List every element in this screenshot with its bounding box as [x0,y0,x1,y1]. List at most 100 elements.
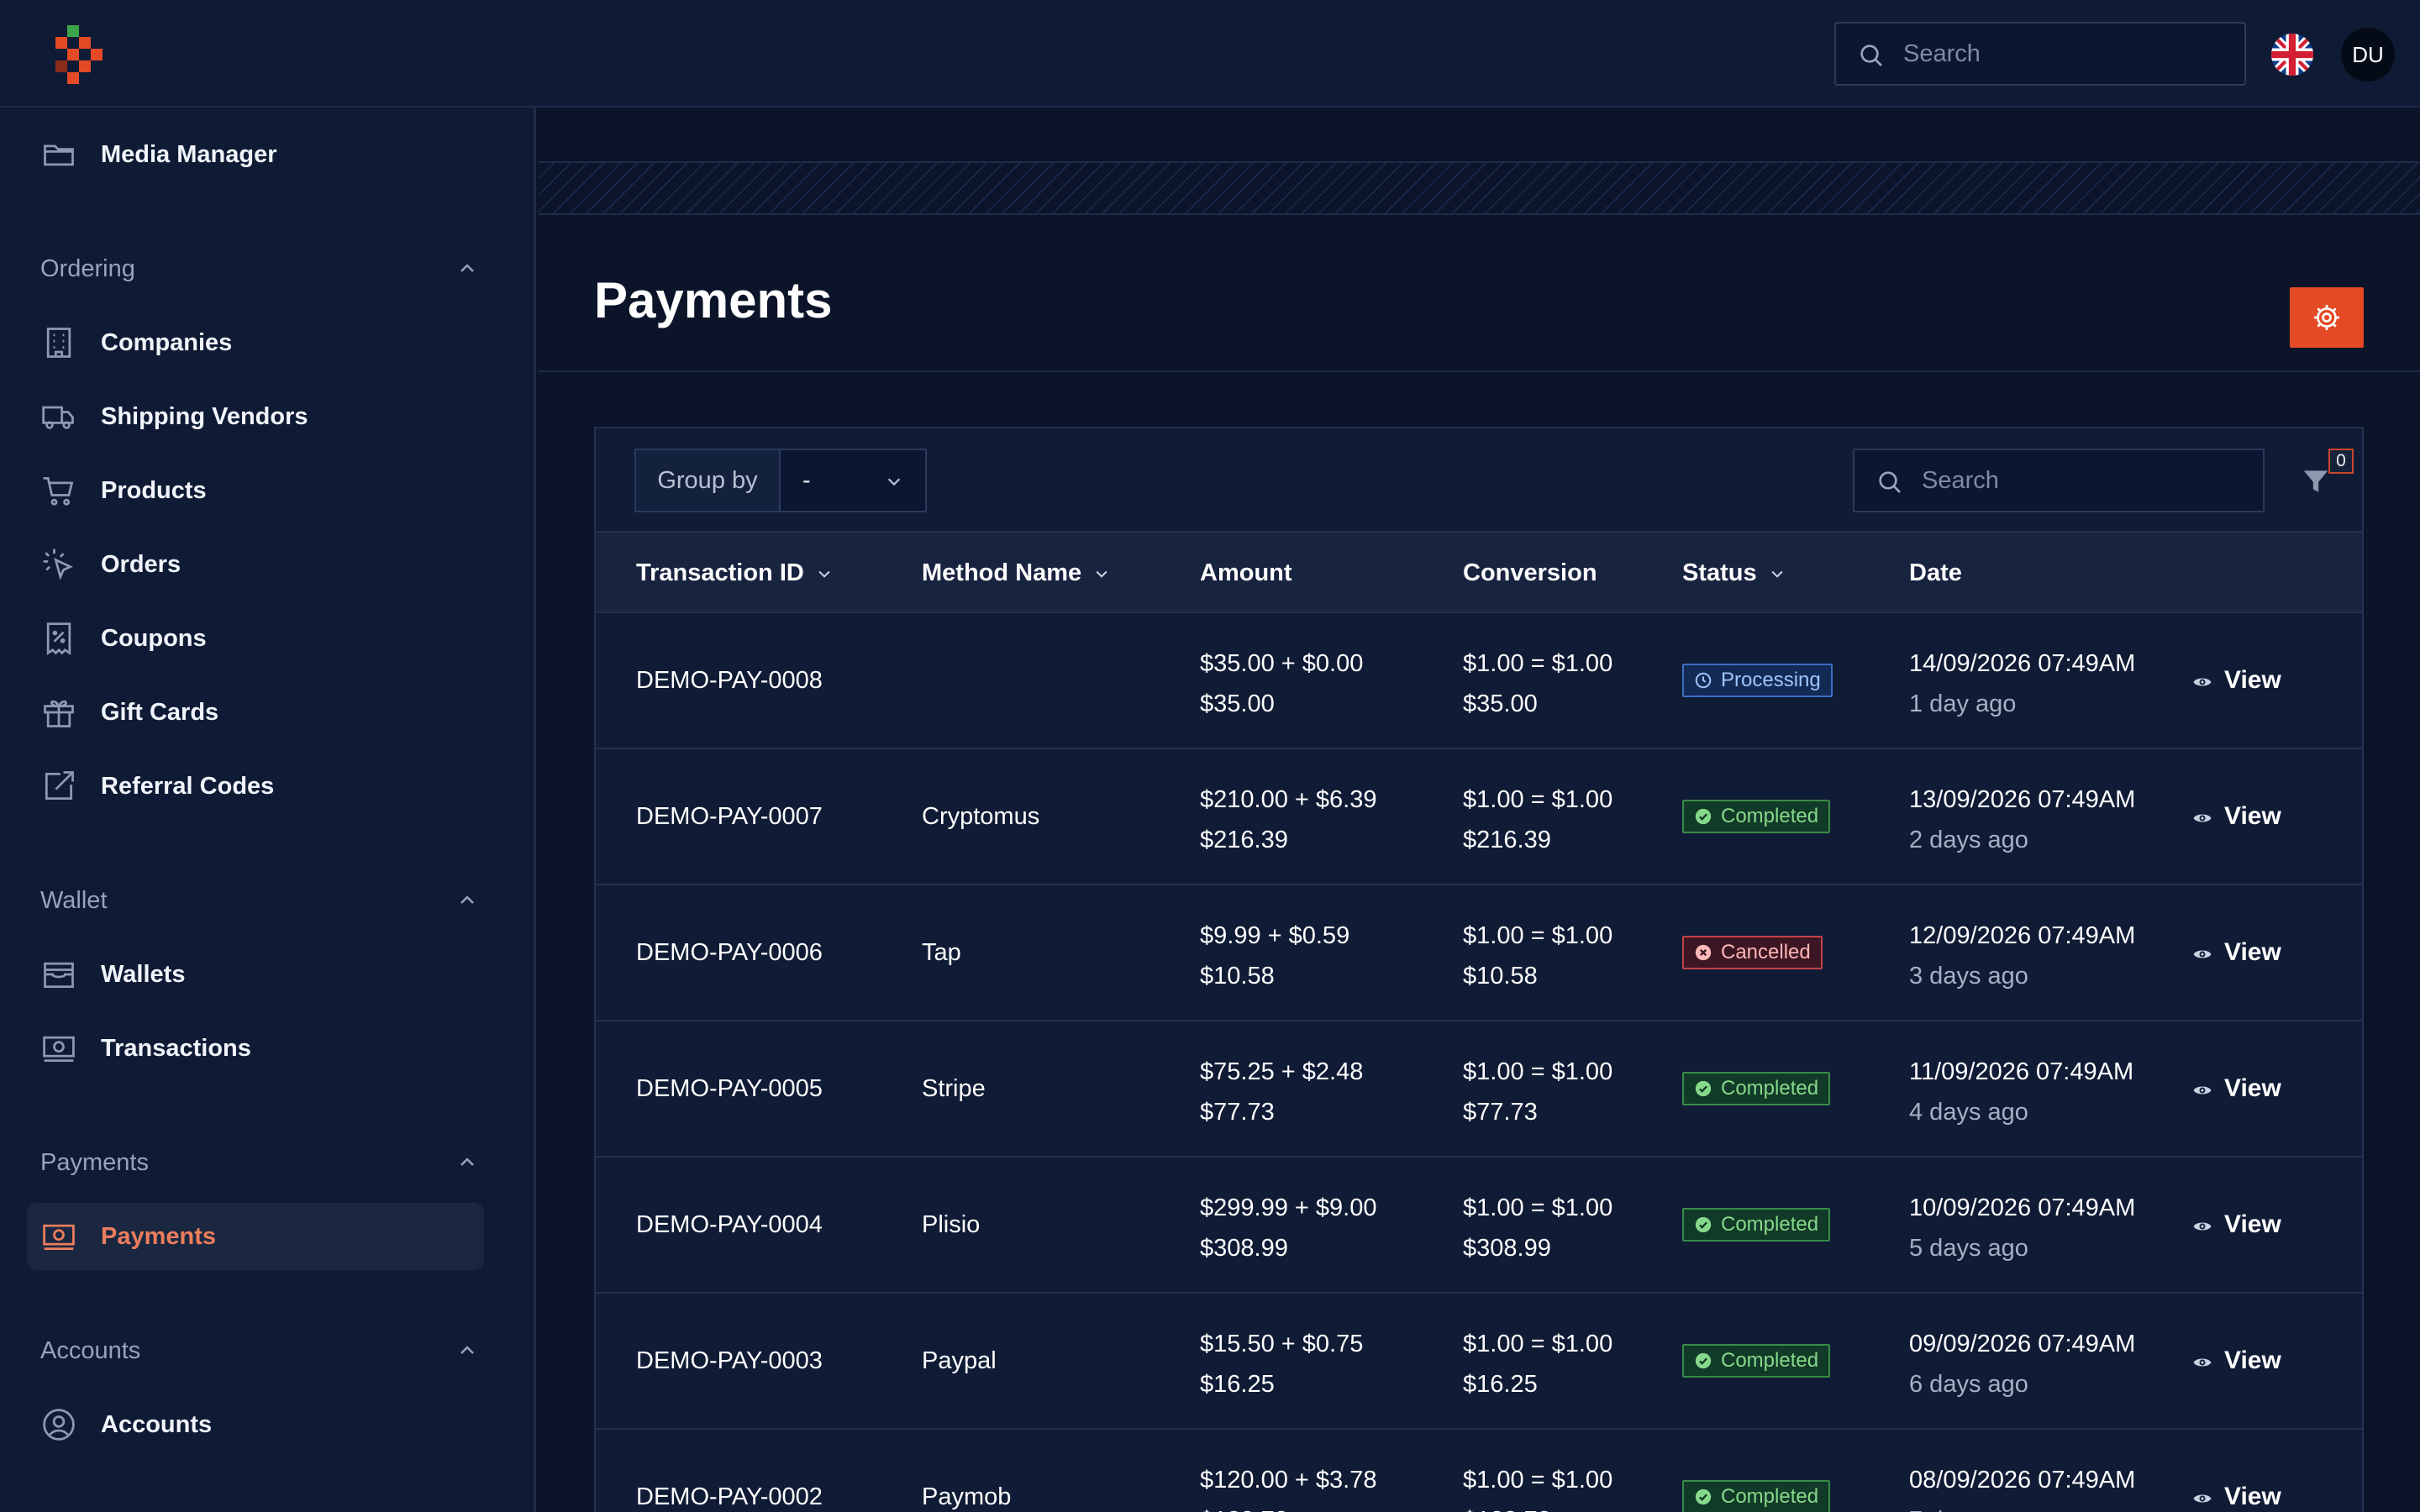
column-method-name[interactable]: Method Name [922,533,1110,613]
sidebar-item-payments[interactable]: Payments [27,1203,484,1270]
conversion-rate: $1.00 = $1.00 [1463,922,1613,949]
sidebar-item-companies[interactable]: Companies [27,309,484,376]
view-label: View [2224,1347,2281,1374]
truck-icon [42,406,74,429]
amount-cell: $210.00 + $6.39 $216.39 [1200,749,1376,884]
gear-icon [2314,305,2339,330]
cursor-click-icon [43,549,74,580]
sidebar-item-coupons[interactable]: Coupons [27,605,484,672]
method-name-cell: Tap [922,939,961,966]
conversion-rate: $1.00 = $1.00 [1463,1331,1613,1357]
conversion-total: $77.73 [1463,1099,1538,1126]
status-label: Completed [1721,1077,1819,1100]
sidebar-item-media-manager[interactable]: Media Manager [27,121,484,188]
wallet-icon [44,962,74,989]
sidebar-item-gift-cards[interactable]: Gift Cards [27,679,484,746]
gift-icon [44,700,74,727]
view-button[interactable]: View [2193,613,2281,748]
sidebar-item-label: Products [101,477,207,504]
table-search-input[interactable] [1922,450,2249,511]
view-button[interactable]: View [2193,1294,2281,1428]
date-cell: 09/09/2026 07:49AM 6 days ago [1909,1294,2135,1428]
method-name-cell: Stripe [922,1075,986,1102]
amount-total: $308.99 [1200,1235,1288,1262]
conversion-cell: $1.00 = $1.00 $308.99 [1463,1158,1612,1292]
view-button[interactable]: View [2193,885,2281,1020]
eye-icon [2193,1358,2212,1367]
transaction-id-cell: DEMO-PAY-0002 [636,1483,823,1510]
check-circle-icon [1695,1216,1712,1233]
table-search[interactable] [1853,449,2265,512]
settings-button[interactable] [2290,287,2364,348]
chevron-up-icon [460,1158,474,1166]
column-transaction-id[interactable]: Transaction ID [636,533,833,613]
sidebar-item-wallets[interactable]: Wallets [27,941,484,1008]
sidebar-item-orders[interactable]: Orders [27,531,484,598]
sidebar-item-products[interactable]: Products [27,457,484,524]
eye-icon [2193,1494,2212,1503]
status-badge: Processing [1682,664,1833,697]
sidebar: Media Manager Ordering Companies Shippin… [0,108,536,1512]
date-relative: 6 days ago [1909,1371,2028,1398]
status-label: Completed [1721,1485,1819,1508]
status-badge: Completed [1682,800,1831,833]
sidebar-item-label: Payments [101,1223,217,1250]
sidebar-item-label: Gift Cards [101,699,219,726]
amount-breakdown: $35.00 + $0.00 [1200,650,1364,677]
global-search[interactable] [1834,22,2246,86]
table-header: Transaction ID Method Name Amount Conver… [596,531,2362,613]
amount-total: $10.58 [1200,963,1275,990]
amount-total: $35.00 [1200,690,1275,717]
group-by-select[interactable]: Group by - [634,449,927,512]
eye-icon [2193,1086,2212,1095]
sidebar-item-label: Companies [101,329,233,356]
sidebar-item-accounts[interactable]: Accounts [27,1391,484,1458]
avatar[interactable]: DU [2341,28,2395,81]
view-button[interactable]: View [2193,1430,2281,1512]
amount-cell: $120.00 + $3.78 $123.78 [1200,1430,1376,1512]
date-value: 14/09/2026 07:49AM [1909,650,2136,677]
eye-icon [2193,1222,2212,1231]
group-by-label: Group by [636,450,781,511]
column-label: Date [1909,559,1962,586]
logo-icon[interactable] [55,25,106,84]
section-title: Ordering [40,255,135,282]
view-label: View [2224,1210,2281,1238]
x-circle-icon [1695,944,1712,961]
section-wallet[interactable]: Wallet [40,875,477,926]
table-row: DEMO-PAY-0005 Stripe $75.25 + $2.48 $77.73 $… [596,1021,2362,1158]
status-badge: Completed [1682,1208,1831,1242]
view-button[interactable]: View [2193,1021,2281,1156]
page-title: Payments [594,272,833,328]
section-payments[interactable]: Payments [40,1137,477,1188]
chevron-down-icon [887,478,901,486]
table-row: DEMO-PAY-0002 Paymob $120.00 + $3.78 $123.7… [596,1430,2362,1512]
uk-flag-icon[interactable] [2271,34,2313,76]
conversion-total: $10.58 [1463,963,1538,990]
sidebar-item-shipping-vendors[interactable]: Shipping Vendors [27,383,484,450]
view-label: View [2224,938,2281,966]
sidebar-item-label: Referral Codes [101,773,275,800]
view-button[interactable]: View [2193,1158,2281,1292]
amount-breakdown: $120.00 + $3.78 [1200,1467,1377,1494]
conversion-cell: $1.00 = $1.00 $35.00 [1463,613,1612,748]
sidebar-item-referral-codes[interactable]: Referral Codes [27,753,484,820]
status-badge: Completed [1682,1344,1831,1378]
view-label: View [2224,1483,2281,1510]
section-accounts[interactable]: Accounts [40,1326,477,1376]
folder-icon [44,144,74,166]
transaction-id-cell: DEMO-PAY-0006 [636,939,823,966]
status-label: Processing [1721,669,1821,691]
column-status[interactable]: Status [1682,533,1786,613]
filter-button[interactable]: 0 [2295,447,2354,506]
status-badge: Completed [1682,1480,1831,1512]
global-search-input[interactable] [1903,24,2231,84]
sidebar-item-label: Transactions [101,1035,251,1062]
section-ordering[interactable]: Ordering [40,244,477,294]
transaction-id-cell: DEMO-PAY-0003 [636,1347,823,1374]
view-button[interactable]: View [2193,749,2281,884]
sidebar-item-transactions[interactable]: Transactions [27,1015,484,1082]
column-label: Status [1682,559,1757,586]
search-icon [1879,471,1901,493]
column-label: Amount [1200,559,1292,586]
